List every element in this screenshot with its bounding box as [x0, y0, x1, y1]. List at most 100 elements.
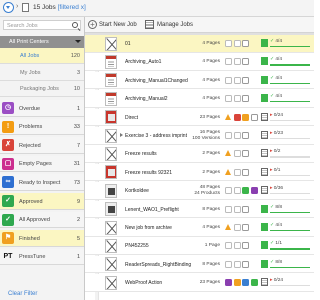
- manage-jobs-button[interactable]: Manage Jobs: [157, 22, 193, 28]
- progress-bar: [270, 266, 310, 269]
- progress-text: 0/2: [273, 149, 281, 155]
- progress-bar: [270, 82, 310, 85]
- job-name[interactable]: WebProof Action: [125, 280, 162, 286]
- job-progress: ✓ 8/8: [270, 205, 282, 210]
- job-thumbnail: [105, 91, 117, 106]
- status-count: 5: [76, 235, 80, 242]
- clear-filter-link[interactable]: Clear Filter: [8, 291, 37, 297]
- print-centers-label: All Print Centers: [9, 39, 49, 45]
- job-pages: 8 Pages: [202, 207, 220, 212]
- progress-bar: [270, 156, 310, 158]
- status-filter-item[interactable]: ✓ Approved 9: [0, 193, 84, 210]
- job-name[interactable]: Exercise 3 - address imprint: [125, 133, 187, 139]
- status-filter-item[interactable]: ✓ All Approved 2: [0, 211, 84, 229]
- job-row[interactable]: New job from archive 4 Pages ✓ 4/4: [85, 219, 314, 237]
- progress-text: 0/23: [273, 131, 284, 136]
- job-row[interactable]: Archiving_Manual1Changed 4 Pages ✓ 4/4: [85, 71, 314, 90]
- job-status-icon: [225, 40, 232, 47]
- job-row[interactable]: Exercise 3 - address imprint 16 Pages 100 …: [85, 127, 314, 145]
- job-name[interactable]: Freeze results 92321: [125, 170, 172, 176]
- status-filter-item[interactable]: ⚑ Finished 5: [0, 230, 84, 247]
- job-row[interactable]: WebProof Action 23 Pages ▸ 0/24: [85, 274, 314, 292]
- job-status-icon: [233, 279, 241, 287]
- version-count: 24 Products: [194, 190, 220, 196]
- expand-arrow-icon[interactable]: [120, 133, 123, 137]
- progress-fill: [270, 64, 310, 66]
- progress-text: 0/1: [273, 167, 281, 173]
- status-filter-item[interactable]: ✗ Rejected 7: [0, 137, 84, 154]
- job-thumbnail: [105, 165, 117, 180]
- job-thumbnail: [105, 202, 117, 217]
- progress-fill: [270, 248, 310, 250]
- category-label: Packaging Jobs: [20, 86, 59, 92]
- status-filter-item[interactable]: ◷ Overdue 1: [0, 100, 84, 117]
- job-status-icon: [225, 168, 232, 176]
- job-pages: 1 Page: [205, 243, 220, 248]
- job-name[interactable]: ReaderSpreads_RightBinding: [125, 262, 191, 268]
- start-new-job-button[interactable]: Start New Job: [99, 22, 137, 28]
- clear-filtered-link[interactable]: [filtered x]: [58, 4, 86, 11]
- job-name[interactable]: Lenent_WAO1_Preflight: [125, 207, 179, 213]
- status-label: Rejected: [19, 142, 41, 149]
- job-status-icon: [242, 132, 249, 139]
- job-name[interactable]: Direct: [125, 115, 138, 121]
- job-status-icon: [242, 205, 249, 213]
- job-row[interactable]: Kortkoldee 48 Pages 24 Products ▸ 0/36: [85, 182, 314, 200]
- search-icon[interactable]: [72, 22, 78, 28]
- job-status-icon: [250, 187, 258, 195]
- status-count: 7: [76, 142, 80, 149]
- job-name[interactable]: Archiving_Manual2: [125, 96, 168, 102]
- job-pages: 4 Pages: [202, 59, 220, 64]
- status-filter-item[interactable]: ∞ Ready to Inspect 73: [0, 174, 84, 191]
- print-centers-dropdown[interactable]: All Print Centers: [0, 36, 84, 48]
- job-name[interactable]: Freeze results: [125, 151, 157, 157]
- status-label: Overdue: [19, 105, 41, 112]
- dropdown-circle-icon[interactable]: [3, 2, 14, 13]
- job-name[interactable]: New job from archive: [125, 225, 172, 231]
- job-pages: 2 Pages: [202, 151, 220, 156]
- progress-fill: [270, 230, 310, 232]
- job-row[interactable]: PN452255 1 Page ✓ 1/1: [85, 237, 314, 255]
- progress-bar: [270, 174, 310, 177]
- status-label: PressTune: [19, 254, 46, 261]
- job-row[interactable]: Lenent_WAO1_Preflight 8 Pages ✓ 8/8: [85, 200, 314, 219]
- approval-list-icon: [261, 94, 268, 103]
- job-progress: ▸ 0/1: [270, 168, 280, 173]
- job-name[interactable]: Kortkoldee: [125, 188, 149, 194]
- status-label: Finished: [19, 235, 40, 242]
- approval-list-icon: [261, 75, 268, 84]
- job-count-breadcrumb: 15 Jobs [filtered x]: [33, 4, 86, 11]
- status-label: Problems: [19, 124, 43, 131]
- category-item[interactable]: Packaging Jobs 10: [0, 81, 84, 97]
- category-count: 120: [70, 53, 80, 59]
- status-label: Ready to Inspect: [19, 179, 61, 186]
- job-name[interactable]: 01: [125, 41, 131, 47]
- job-name[interactable]: PN452255: [125, 243, 149, 249]
- status-filter-item[interactable]: ! Problems 33: [0, 118, 84, 136]
- job-toolbar: + Start New Job Manage Jobs: [85, 17, 314, 33]
- job-row[interactable]: ReaderSpreads_RightBinding 8 Pages ✓ 8/8: [85, 255, 314, 274]
- category-item[interactable]: All Jobs 120: [0, 48, 84, 64]
- search-input[interactable]: Search Jobs: [3, 20, 81, 30]
- status-filter-item[interactable]: ▢ Empty Pages 31: [0, 155, 84, 173]
- job-row[interactable]: Freeze results 2 Pages ▸ 0/2: [85, 145, 314, 163]
- job-thumbnail: [105, 257, 117, 272]
- progress-text: 4/4: [275, 75, 283, 81]
- plus-circle-icon[interactable]: +: [88, 20, 97, 29]
- job-name[interactable]: Archiving_Manual1Changed: [125, 78, 188, 84]
- manage-list-icon[interactable]: [145, 20, 154, 29]
- category-item[interactable]: My Jobs 3: [0, 65, 84, 81]
- approval-list-icon: [261, 131, 268, 139]
- job-row[interactable]: Freeze results 92321 2 Pages ▸ 0/1: [85, 163, 314, 182]
- job-row[interactable]: Archiving_Auto1 4 Pages ✓ 4/4: [85, 53, 314, 71]
- job-name[interactable]: Archiving_Auto1: [125, 59, 161, 65]
- job-row[interactable]: Direct 23 Pages ▸ 0/24: [85, 108, 314, 127]
- progress-bar: [270, 101, 310, 103]
- job-row[interactable]: Archiving_Manual2 4 Pages ✓ 4/4: [85, 90, 314, 108]
- job-row[interactable]: 01 4 Pages ✓ 4/4: [85, 35, 314, 53]
- job-pages: 16 Pages 100 Versions: [192, 130, 220, 142]
- job-thumbnail: [105, 183, 117, 198]
- job-pages: 2 Pages: [202, 170, 220, 175]
- document-icon: [22, 3, 29, 12]
- status-filter-item[interactable]: PT PressTune 1: [0, 248, 84, 266]
